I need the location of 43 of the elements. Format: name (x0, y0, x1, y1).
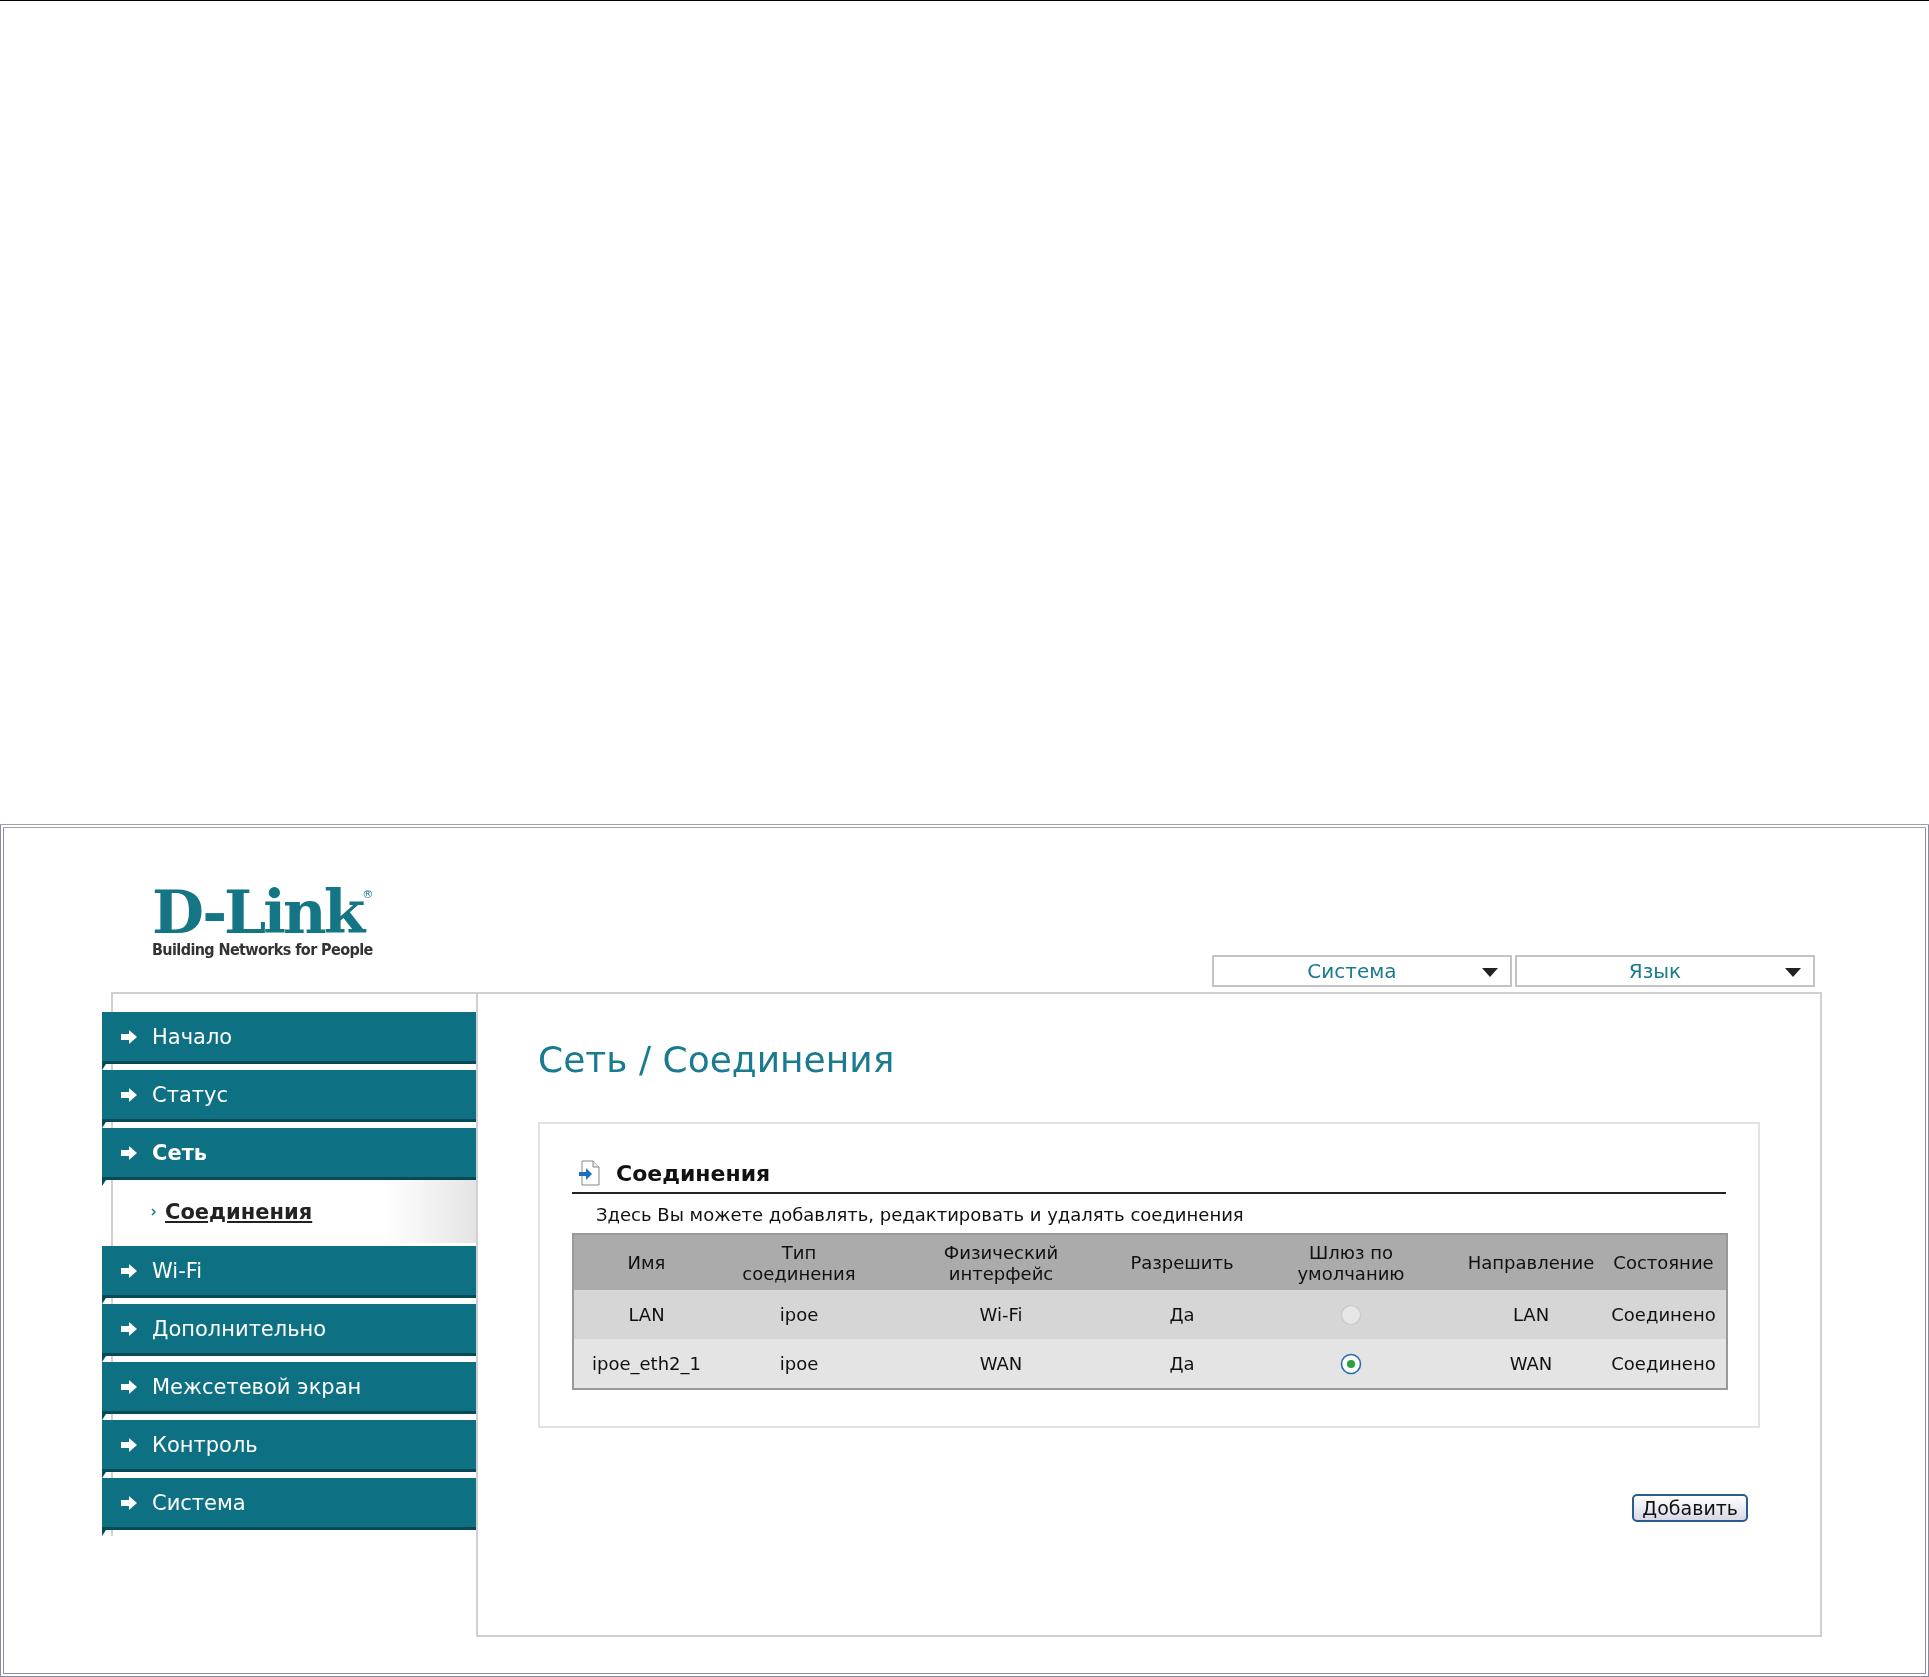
arrow-icon (120, 1086, 138, 1103)
table-cell: Да (1123, 1339, 1241, 1389)
brand-logo: D-Link (152, 886, 363, 938)
table-cell: WAN (1461, 1339, 1601, 1389)
arrow-icon (120, 1144, 138, 1161)
dropdown-menu[interactable]: Язык (1515, 955, 1815, 987)
submenu-link[interactable]: Соединения (165, 1199, 313, 1224)
caret-icon (1785, 968, 1801, 977)
table-cell: ipoe (719, 1339, 879, 1389)
table-cell: ipoe (719, 1290, 879, 1339)
table-cell: LAN (573, 1290, 719, 1339)
document-arrow-icon (578, 1160, 602, 1186)
column-header: Разрешить (1123, 1234, 1241, 1290)
column-header: Тип соединения (719, 1234, 879, 1290)
column-header: Имя (573, 1234, 719, 1290)
table-cell: ipoe_eth2_1 (573, 1339, 719, 1389)
arrow-icon (120, 1378, 138, 1395)
arrow-icon (120, 1262, 138, 1279)
section-title: Соединения (616, 1160, 771, 1186)
table-cell: Да (1123, 1290, 1241, 1339)
page-title: Сеть / Соединения (538, 1038, 896, 1082)
logo-tagline: Building Networks for People (152, 940, 374, 959)
arrow-icon (120, 1028, 138, 1045)
dropdown-menu[interactable]: Система (1212, 955, 1512, 987)
arrow-icon (120, 1436, 138, 1453)
column-header: Направление (1461, 1234, 1601, 1290)
section-description: Здесь Вы можете добавлять, редактировать и удалять соединения (596, 1204, 1245, 1225)
table-cell: LAN (1461, 1290, 1601, 1339)
table-cell: Соединено (1601, 1339, 1727, 1389)
table-cell: Wi-Fi (879, 1290, 1123, 1339)
add-button[interactable]: Добавить (1632, 1494, 1748, 1522)
radio-button[interactable] (1340, 1304, 1362, 1326)
table-cell: WAN (879, 1339, 1123, 1389)
column-header: Шлюз по умолчанию (1241, 1234, 1461, 1290)
table-cell: Соединено (1601, 1290, 1727, 1339)
registered-mark: ® (362, 888, 374, 901)
column-header: Физический интерфейс (879, 1234, 1123, 1290)
column-header: Состояние (1601, 1234, 1727, 1290)
caret-icon (1482, 968, 1498, 977)
arrow-icon (120, 1320, 138, 1337)
radio-button[interactable] (1340, 1353, 1362, 1375)
arrow-icon (120, 1494, 138, 1511)
chevron-icon (151, 1207, 157, 1216)
